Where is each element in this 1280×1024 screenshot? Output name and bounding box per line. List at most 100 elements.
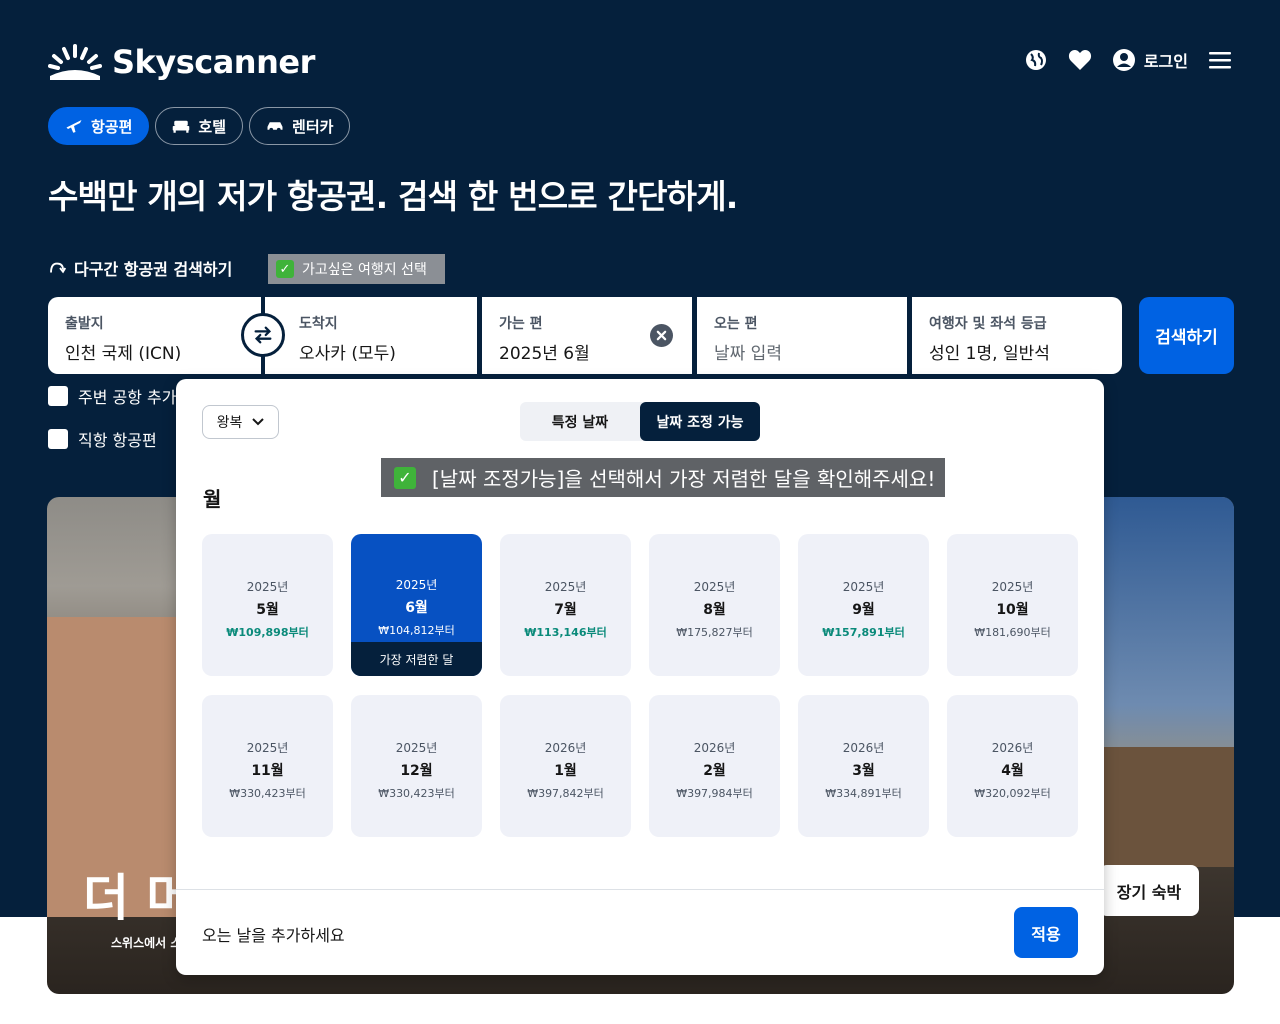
bed-icon	[173, 120, 190, 133]
annotation-flexible-hint: ✓ [날짜 조정가능]을 선택해서 가장 저렴한 달을 확인해주세요!	[381, 458, 945, 497]
destination-label: 도착지	[299, 316, 338, 332]
add-return-text: 오는 날을 추가하세요	[202, 926, 345, 945]
plane-icon	[66, 120, 82, 133]
month-cell-selected[interactable]: 2025년 6월 ₩104,812부터 가장 저렴한 달	[351, 534, 482, 676]
apply-button[interactable]: 적용	[1014, 907, 1078, 958]
popup-divider	[176, 889, 1104, 890]
origin-value: 인천 국제 (ICN)	[65, 344, 182, 364]
direct-flights-label: 직항 항공편	[78, 431, 157, 450]
month-name: 7월	[554, 602, 577, 618]
chevron-down-icon	[252, 418, 265, 426]
month-name: 4월	[1001, 763, 1024, 779]
heart-icon[interactable]	[1068, 48, 1092, 72]
check-mark-icon: ✓	[394, 466, 416, 489]
page-headline: 수백만 개의 저가 항공권. 검색 한 번으로 간단하게.	[48, 177, 738, 216]
month-cell[interactable]: 2025년 8월 ₩175,827부터	[649, 534, 780, 676]
annotation-choose-destination: ✓ 가고싶은 여행지 선택	[268, 254, 445, 284]
month-cell[interactable]: 2025년 5월 ₩109,898부터	[202, 534, 333, 676]
month-cell[interactable]: 2025년 9월 ₩157,891부터	[798, 534, 929, 676]
tab-hotels-label: 호텔	[198, 117, 227, 136]
destination-field[interactable]: 도착지 오사카 (모두)	[265, 297, 477, 374]
clear-date-button[interactable]	[650, 324, 673, 347]
tab-car-hire-label: 렌터카	[292, 117, 334, 136]
return-label: 오는 편	[714, 316, 758, 332]
month-name: 8월	[703, 602, 726, 618]
month-name: 1월	[554, 763, 577, 779]
month-price: ₩113,146부터	[524, 626, 607, 639]
banner-subtitle: 스위스에서 스	[111, 936, 182, 950]
header-actions: 로그인	[1024, 44, 1232, 76]
specific-dates-tab[interactable]: 특정 날짜	[520, 402, 640, 441]
month-price: ₩330,423부터	[229, 787, 306, 800]
origin-field[interactable]: 출발지 인천 국제 (ICN)	[48, 297, 261, 374]
cheapest-month-badge: 가장 저렴한 달	[351, 642, 482, 676]
multicity-arrow-icon	[50, 262, 66, 274]
month-cell[interactable]: 2025년 10월 ₩181,690부터	[947, 534, 1078, 676]
origin-label: 출발지	[65, 316, 104, 332]
month-name: 11월	[251, 763, 284, 779]
month-cell[interactable]: 2025년 7월 ₩113,146부터	[500, 534, 631, 676]
month-cell[interactable]: 2026년 4월 ₩320,092부터	[947, 695, 1078, 837]
month-year: 2026년	[991, 741, 1034, 755]
tab-car-hire[interactable]: 렌터카	[249, 107, 351, 145]
tab-hotels[interactable]: 호텔	[155, 107, 244, 145]
skyscanner-logo[interactable]: Skyscanner	[48, 40, 315, 84]
month-year: 2026년	[842, 741, 885, 755]
month-cell[interactable]: 2025년 12월 ₩330,423부터	[351, 695, 482, 837]
month-grid: 2025년 5월 ₩109,898부터 2025년 6월 ₩104,812부터 …	[202, 534, 1078, 837]
return-date-field[interactable]: 오는 편 날짜 입력	[697, 297, 907, 374]
banner-bridge	[1094, 747, 1234, 867]
login-button[interactable]: 로그인	[1112, 48, 1188, 72]
multicity-label: 다구간 항공권 검색하기	[74, 260, 233, 279]
depart-label: 가는 편	[499, 316, 543, 332]
month-price: ₩334,891부터	[825, 787, 902, 800]
month-name: 3월	[852, 763, 875, 779]
globe-icon[interactable]	[1024, 48, 1048, 72]
nearby-airports-checkbox[interactable]: 주변 공항 추가	[48, 384, 177, 408]
car-icon	[267, 122, 283, 132]
month-year: 2026년	[544, 741, 587, 755]
month-cell[interactable]: 2026년 3월 ₩334,891부터	[798, 695, 929, 837]
date-mode-toggle: 특정 날짜 날짜 조정 가능	[520, 402, 760, 441]
checkbox-box[interactable]	[48, 429, 68, 449]
annotation-mid-text: [날짜 조정가능]을 선택해서 가장 저렴한 달을 확인해주세요!	[432, 467, 936, 491]
direct-flights-checkbox[interactable]: 직항 항공편	[48, 427, 157, 451]
trip-type-select[interactable]: 왕복	[202, 405, 279, 439]
month-year: 2025년	[246, 580, 289, 594]
month-name: 10월	[996, 602, 1029, 618]
month-year: 2026년	[693, 741, 736, 755]
month-year: 2025년	[395, 741, 438, 755]
destination-value: 오사카 (모두)	[299, 344, 396, 364]
month-year: 2025년	[395, 578, 438, 592]
date-picker-popup: 왕복 특정 날짜 날짜 조정 가능 월 ✓ [날짜 조정가능]을 선택해서 가장…	[176, 379, 1104, 975]
swap-locations-button[interactable]	[241, 313, 285, 357]
month-name: 5월	[256, 602, 279, 618]
tab-flights-label: 항공편	[91, 117, 133, 136]
month-name: 6월	[405, 600, 428, 616]
login-label: 로그인	[1143, 52, 1188, 71]
account-icon	[1112, 49, 1135, 71]
tab-flights[interactable]: 항공편	[48, 107, 150, 145]
month-cell[interactable]: 2026년 1월 ₩397,842부터	[500, 695, 631, 837]
month-year: 2025년	[246, 741, 289, 755]
month-heading: 월	[203, 487, 222, 511]
travellers-cabin-field[interactable]: 여행자 및 좌석 등급 성인 1명, 일반석	[912, 297, 1122, 374]
long-stay-button[interactable]: 장기 숙박	[1099, 865, 1199, 916]
month-price: ₩157,891부터	[822, 626, 905, 639]
month-name: 2월	[703, 763, 726, 779]
sunrise-logo-icon	[48, 44, 102, 80]
flexible-dates-tab[interactable]: 날짜 조정 가능	[640, 402, 760, 441]
month-year: 2025년	[544, 580, 587, 594]
logo-text: Skyscanner	[112, 43, 315, 81]
checkbox-box[interactable]	[48, 386, 68, 406]
search-button[interactable]: 검색하기	[1139, 297, 1234, 374]
menu-icon[interactable]	[1208, 48, 1232, 72]
month-cell[interactable]: 2025년 11월 ₩330,423부터	[202, 695, 333, 837]
month-cell[interactable]: 2026년 2월 ₩397,984부터	[649, 695, 780, 837]
annotation-top-text: 가고싶은 여행지 선택	[302, 262, 427, 278]
month-year: 2025년	[842, 580, 885, 594]
month-name: 9월	[852, 602, 875, 618]
swap-icon	[254, 326, 272, 344]
multicity-link[interactable]: 다구간 항공권 검색하기	[48, 256, 232, 280]
travellers-value: 성인 1명, 일반석	[929, 344, 1050, 364]
